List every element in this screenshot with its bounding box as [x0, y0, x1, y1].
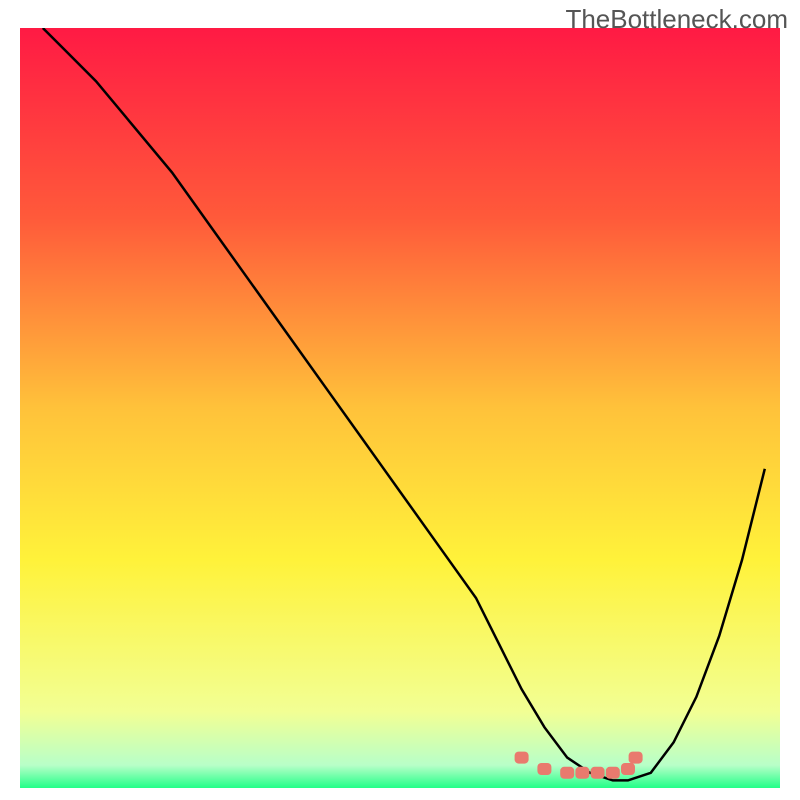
chart-frame — [20, 28, 780, 788]
highlight-point — [537, 763, 551, 775]
highlight-point — [606, 767, 620, 779]
highlight-point — [591, 767, 605, 779]
highlight-points — [20, 28, 780, 788]
highlight-point — [629, 752, 643, 764]
highlight-point — [575, 767, 589, 779]
highlight-point — [515, 752, 529, 764]
watermark-text: TheBottleneck.com — [565, 4, 788, 35]
highlight-point — [560, 767, 574, 779]
highlight-point — [621, 763, 635, 775]
